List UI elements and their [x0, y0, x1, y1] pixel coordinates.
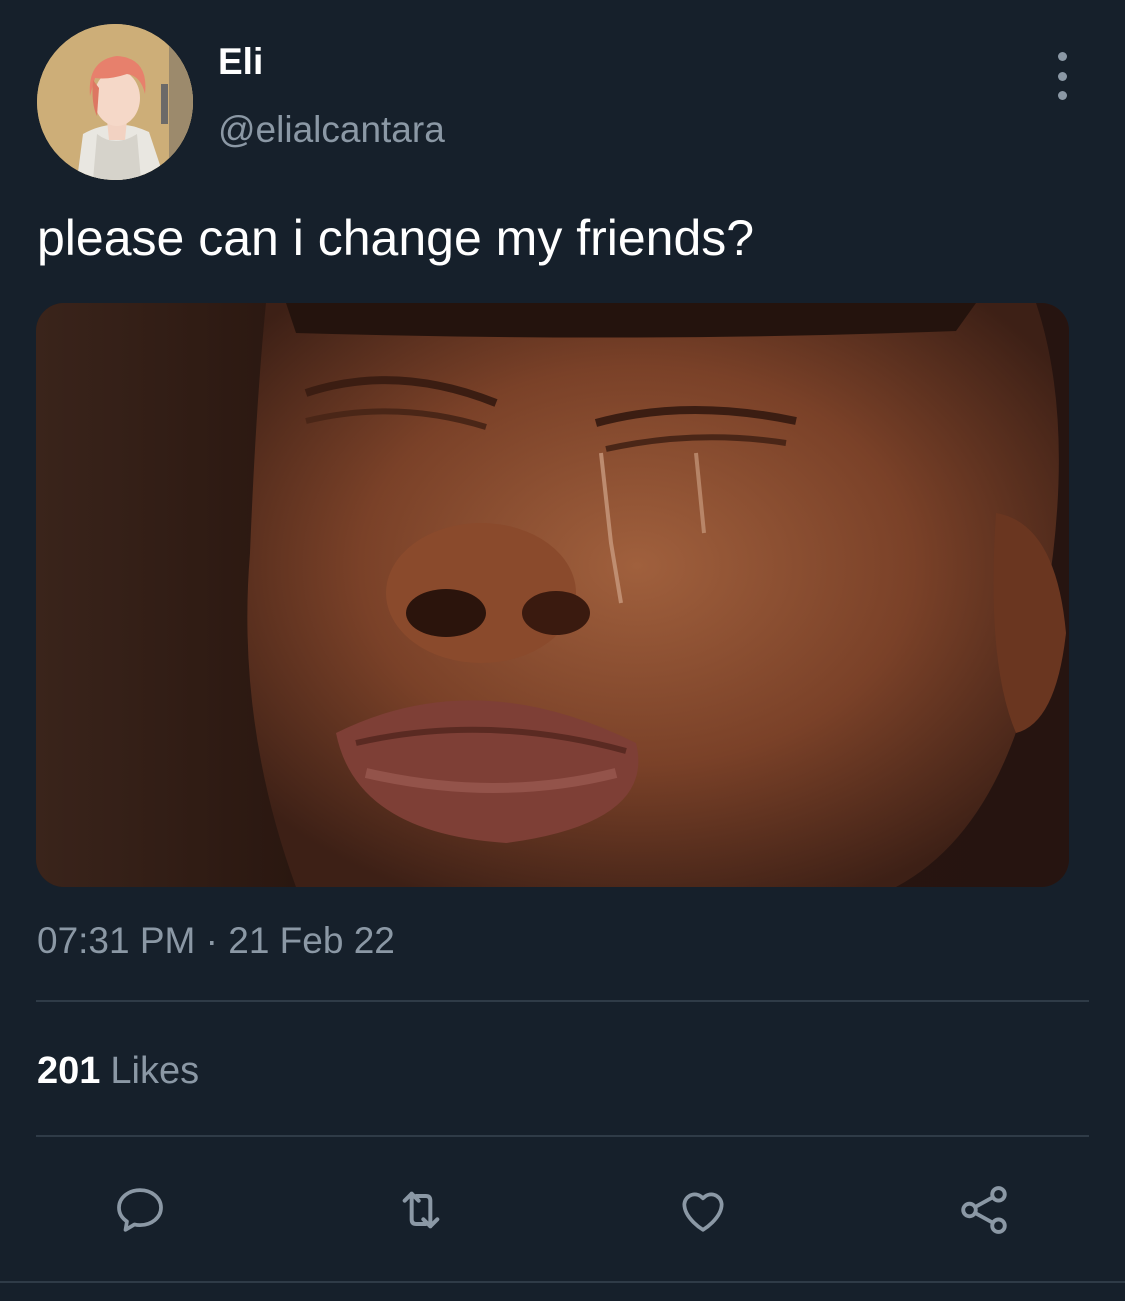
likes-stat[interactable]: 201 Likes [37, 1048, 199, 1094]
tweet-media-image[interactable] [36, 303, 1069, 887]
avatar[interactable] [37, 24, 193, 180]
avatar-image [37, 24, 193, 180]
divider [36, 1135, 1089, 1137]
tweet-detail: Eli @elialcantara please can i change my… [0, 0, 1125, 1301]
like-button[interactable] [673, 1180, 733, 1240]
crying-face-photo [36, 303, 1069, 887]
share-button[interactable] [954, 1180, 1014, 1240]
username-handle[interactable]: @elialcantara [218, 108, 445, 152]
display-name[interactable]: Eli [218, 40, 263, 84]
tweet-timestamp[interactable]: 07:31 PM · 21 Feb 22 [37, 919, 395, 963]
more-options-button[interactable] [1040, 52, 1084, 100]
reply-icon [117, 1188, 163, 1232]
likes-count: 201 [37, 1050, 101, 1092]
more-icon [1057, 52, 1067, 61]
likes-label: Likes [110, 1050, 200, 1092]
retweet-button[interactable] [391, 1180, 451, 1240]
like-icon [682, 1192, 724, 1232]
reply-button[interactable] [110, 1180, 170, 1240]
tweet-text: please can i change my friends? [37, 210, 755, 266]
divider [36, 1000, 1089, 1002]
share-icon [961, 1186, 1007, 1234]
divider [0, 1281, 1125, 1283]
retweet-icon [402, 1191, 440, 1229]
